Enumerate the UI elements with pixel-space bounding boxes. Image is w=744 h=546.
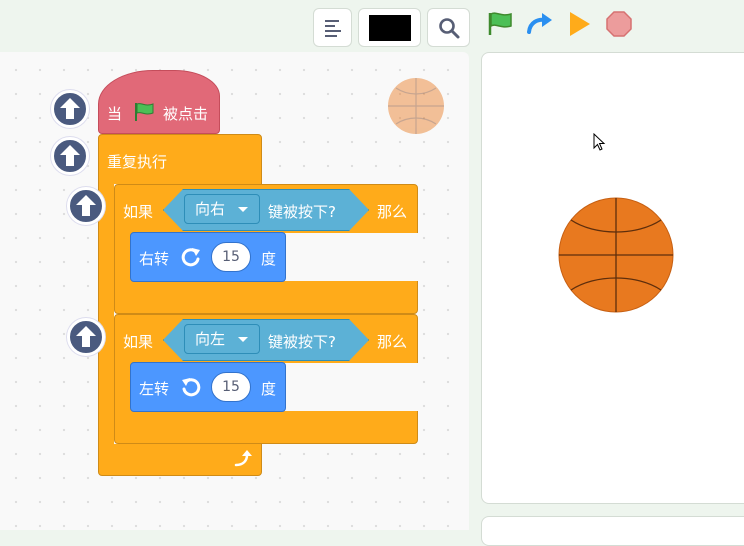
rotate-counterclockwise-icon (182, 378, 201, 397)
green-flag-icon[interactable] (486, 10, 514, 38)
color-swatch (369, 15, 411, 41)
chevron-down-icon (237, 336, 249, 344)
when-flag-clicked-block[interactable]: 当 被点击 (98, 70, 220, 134)
degrees-input[interactable]: 15 (211, 372, 251, 402)
then-label: 那么 (377, 333, 408, 351)
up-arrow-button[interactable] (67, 187, 105, 225)
arrow-up-icon (76, 195, 96, 216)
turn-left-label: 左转 (139, 380, 170, 398)
sensing-label: 键被按下? (268, 203, 336, 221)
degrees-unit: 度 (261, 250, 277, 268)
turn-right-label: 右转 (139, 250, 170, 268)
key-dropdown-left[interactable]: 向左 (184, 324, 260, 354)
turn-right-block[interactable]: 右转 15 度 (130, 232, 286, 282)
stop-icon[interactable] (605, 10, 633, 38)
key-pressed-sensing[interactable]: 向左 键被按下? (163, 319, 369, 361)
then-label: 那么 (377, 203, 408, 221)
sprite-info-panel (481, 516, 744, 546)
sensing-label: 键被按下? (268, 333, 336, 351)
top-toolbar (0, 0, 744, 50)
up-arrow-button[interactable] (51, 90, 89, 128)
arrow-up-icon (60, 98, 80, 119)
green-flag-icon (135, 103, 154, 121)
search-icon (439, 18, 460, 39)
search-button[interactable] (427, 8, 470, 47)
loop-arrow-icon (234, 450, 252, 467)
stage[interactable] (481, 52, 744, 504)
rotate-clockwise-icon (181, 248, 200, 267)
align-left-icon (325, 20, 341, 37)
turn-left-block[interactable]: 左转 15 度 (130, 362, 286, 412)
arrow-up-icon (76, 326, 96, 347)
if-label: 如果 (123, 333, 154, 351)
redo-icon[interactable] (526, 10, 554, 38)
align-button[interactable] (313, 8, 352, 47)
mouse-cursor-icon (593, 133, 606, 151)
play-icon[interactable] (566, 10, 594, 38)
chevron-down-icon (237, 206, 249, 214)
sprite-thumbnail[interactable] (386, 76, 446, 136)
degrees-unit: 度 (261, 380, 277, 398)
key-value: 向左 (195, 330, 226, 348)
arrow-up-icon (60, 145, 80, 166)
up-arrow-button[interactable] (51, 137, 89, 175)
up-arrow-button[interactable] (67, 318, 105, 356)
degrees-input[interactable]: 15 (211, 242, 251, 272)
if-label: 如果 (123, 203, 154, 221)
forever-label: 重复执行 (107, 153, 168, 171)
hat-suffix: 被点击 (163, 105, 209, 123)
basketball-sprite[interactable] (557, 196, 675, 314)
key-dropdown-right[interactable]: 向右 (184, 194, 260, 224)
color-picker-button[interactable] (358, 8, 421, 47)
key-value: 向右 (195, 200, 226, 218)
hat-prefix: 当 (107, 105, 123, 123)
key-pressed-sensing[interactable]: 向右 键被按下? (163, 189, 369, 231)
